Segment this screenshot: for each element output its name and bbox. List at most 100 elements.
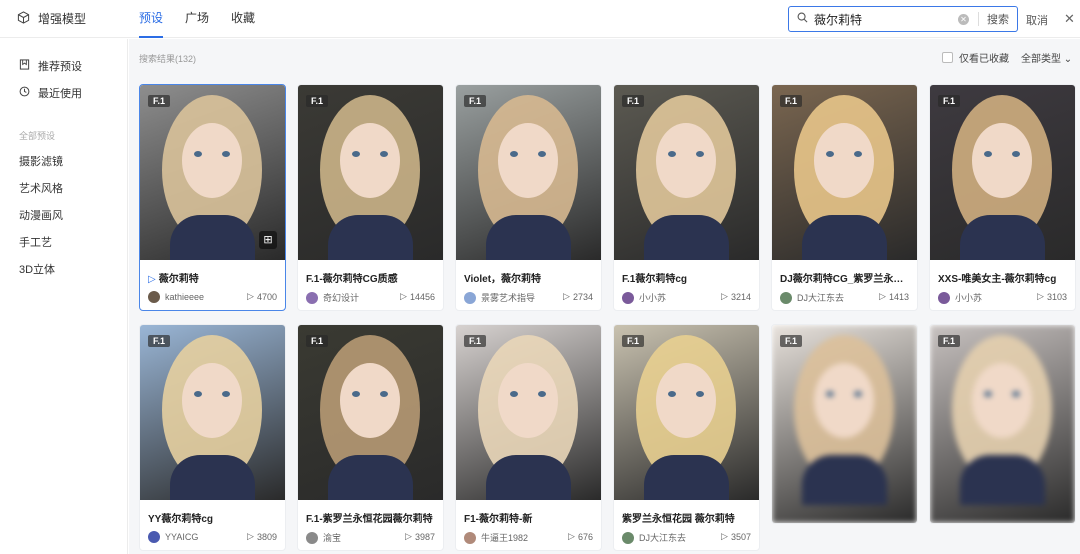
sidebar-item-photo-filter[interactable]: 摄影滤镜 (19, 153, 63, 169)
preset-author[interactable]: YYAICG (148, 531, 198, 543)
preset-thumbnail[interactable] (930, 85, 1075, 260)
preset-title-text: F.1-紫罗兰永恒花园薇尔莉特 (306, 514, 433, 525)
clear-icon[interactable]: ✕ (958, 13, 969, 25)
author-name: 渝宝 (323, 533, 342, 543)
model-badge: F.1 (148, 335, 171, 347)
checkbox[interactable] (942, 52, 953, 63)
preset-thumbnail[interactable] (456, 325, 601, 500)
preset-card[interactable]: F.1 紫罗兰永恒花园 薇尔莉特 DJ大江东去 ▷ 3507 (613, 324, 760, 551)
preset-thumbnail[interactable] (772, 85, 917, 260)
preset-card[interactable]: F.1 F.1-紫罗兰永恒花园薇尔莉特 渝宝 ▷ 3987 (297, 324, 444, 551)
cancel-button[interactable]: 取消 (1026, 12, 1048, 28)
preset-card[interactable]: F.1 YY薇尔莉特cg YYAICG ▷ 3809 (139, 324, 286, 551)
play-count: ▷ 3987 (405, 531, 435, 542)
tab-favorites[interactable]: 收藏 (231, 0, 255, 38)
preset-thumbnail[interactable] (298, 85, 443, 260)
preset-card[interactable]: F.1 F.1薇尔莉特cg 小小苏 ▷ 3214 (613, 84, 760, 311)
preset-author[interactable]: 小小苏 (938, 291, 982, 304)
sidebar-item-art-style[interactable]: 艺术风格 (19, 180, 63, 196)
avatar (780, 291, 792, 304)
preset-title-text: XXS-唯美女主-薇尔莉特cg (938, 274, 1057, 285)
preset-author[interactable]: DJ大江东去 (780, 291, 844, 304)
preset-title-text: 紫罗兰永恒花园 薇尔莉特 (622, 514, 735, 525)
search-button[interactable]: 搜索 (987, 11, 1009, 27)
preset-card[interactable]: F.1 XXS-唯美女主-薇尔莉特cg 小小苏 ▷ 3103 (929, 84, 1076, 311)
avatar (938, 291, 950, 304)
preset-card[interactable]: F.1 ⊞ ▷ 薇尔莉特 kathieeee ▷ 4700 (139, 84, 286, 311)
author-name: kathieeee (165, 292, 205, 302)
preset-author[interactable]: 景雾艺术指导 (464, 291, 535, 304)
only-favorites-label: 仅看已收藏 (959, 54, 1009, 65)
preset-author[interactable]: DJ大江东去 (622, 531, 686, 544)
play-icon: ▷ (247, 531, 254, 541)
preset-author[interactable]: 牛逼王1982 (464, 531, 528, 544)
preset-title: ▷ 薇尔莉特 (148, 270, 280, 285)
play-count-value: 3103 (1046, 291, 1067, 302)
play-count: ▷ 676 (568, 531, 593, 542)
search-input[interactable] (814, 8, 954, 30)
preset-title-text: F.1薇尔莉特cg (622, 274, 688, 285)
preset-title-text: Violet，薇尔莉特 (464, 274, 542, 285)
play-count: ▷ 14456 (400, 291, 435, 302)
preset-card[interactable]: F.1 Violet，薇尔莉特 景雾艺术指导 ▷ 2734 (455, 84, 602, 311)
play-count-value: 3987 (414, 531, 435, 542)
author-name: DJ大江东去 (639, 533, 686, 543)
only-favorites-toggle[interactable]: 仅看已收藏 (942, 50, 1009, 65)
preset-card[interactable]: F.1 F.1-薇尔莉特CG质感 奇幻设计 ▷ 14456 (297, 84, 444, 311)
sidebar-item-anime-style[interactable]: 动漫画风 (19, 207, 63, 223)
preset-thumbnail[interactable] (140, 325, 285, 500)
preset-card[interactable]: F.1 (771, 324, 918, 524)
preset-title: F.1-紫罗兰永恒花园薇尔莉特 (306, 510, 438, 525)
avatar (622, 531, 634, 544)
model-badge: F.1 (306, 95, 329, 107)
avatar (306, 291, 318, 304)
play-icon: ▷ (405, 531, 412, 541)
preset-thumbnail[interactable] (298, 325, 443, 500)
sidebar-item-label: 最近使用 (38, 88, 82, 100)
model-badge: F.1 (938, 95, 961, 107)
sidebar-item-label: 推荐预设 (38, 61, 82, 73)
tab-square[interactable]: 广场 (185, 0, 209, 38)
avatar (306, 531, 318, 544)
preset-title-text: 薇尔莉特 (158, 274, 199, 285)
preset-card[interactable]: F.1 F1-薇尔莉特-新 牛逼王1982 ▷ 676 (455, 324, 602, 551)
preset-title-text: F.1-薇尔莉特CG质感 (306, 274, 398, 285)
author-name: 牛逼王1982 (481, 533, 529, 543)
sidebar-item-3d[interactable]: 3D立体 (19, 261, 55, 277)
preset-card[interactable]: F.1 DJ薇尔莉特CG_紫罗兰永恒花园 DJ大江东去 ▷ 1413 (771, 84, 918, 311)
play-count: ▷ 3214 (721, 291, 751, 302)
model-badge: F.1 (780, 335, 803, 347)
play-icon: ▷ (568, 531, 575, 541)
search-divider (978, 12, 979, 26)
play-count-value: 14456 (409, 291, 435, 302)
sidebar-item-handcraft[interactable]: 手工艺 (19, 234, 52, 250)
preset-title: DJ薇尔莉特CG_紫罗兰永恒花园 (780, 270, 912, 285)
preset-author[interactable]: 渝宝 (306, 531, 341, 544)
close-icon[interactable]: ✕ (1064, 11, 1075, 27)
preset-author[interactable]: kathieeee (148, 291, 204, 303)
sidebar: 推荐预设 最近使用 全部预设 摄影滤镜 艺术风格 动漫画风 手工艺 3D立体 (0, 39, 128, 554)
add-image-icon[interactable]: ⊞ (259, 231, 277, 249)
preset-title: 紫罗兰永恒花园 薇尔莉特 (622, 510, 754, 525)
preset-author[interactable]: 奇幻设计 (306, 291, 359, 304)
preset-author[interactable]: 小小苏 (622, 291, 666, 304)
sidebar-item-recent[interactable]: 最近使用 (19, 85, 82, 101)
preset-card[interactable]: F.1 (929, 324, 1076, 524)
preset-thumbnail[interactable] (456, 85, 601, 260)
sidebar-item-recommended[interactable]: 推荐预设 (19, 58, 82, 74)
preset-thumbnail[interactable] (614, 85, 759, 260)
preset-thumbnail[interactable] (614, 325, 759, 500)
top-bar: 增强模型 预设 广场 收藏 ✕ 搜索 取消 ✕ (0, 0, 1080, 38)
preset-thumbnail[interactable] (772, 325, 917, 523)
tab-presets[interactable]: 预设 (139, 0, 164, 38)
tab-bar: 预设 广场 收藏 (139, 0, 255, 38)
play-count: ▷ 3507 (721, 531, 751, 542)
preset-title: XXS-唯美女主-薇尔莉特cg (938, 270, 1070, 285)
play-icon: ▷ (1037, 291, 1044, 301)
play-icon: ▷ (879, 291, 886, 301)
preset-thumbnail[interactable] (930, 325, 1075, 523)
avatar (464, 531, 476, 544)
type-filter-dropdown[interactable]: 全部类型 ⌄ (1021, 50, 1072, 65)
model-badge: F.1 (622, 95, 645, 107)
play-count: ▷ 4700 (247, 291, 277, 302)
